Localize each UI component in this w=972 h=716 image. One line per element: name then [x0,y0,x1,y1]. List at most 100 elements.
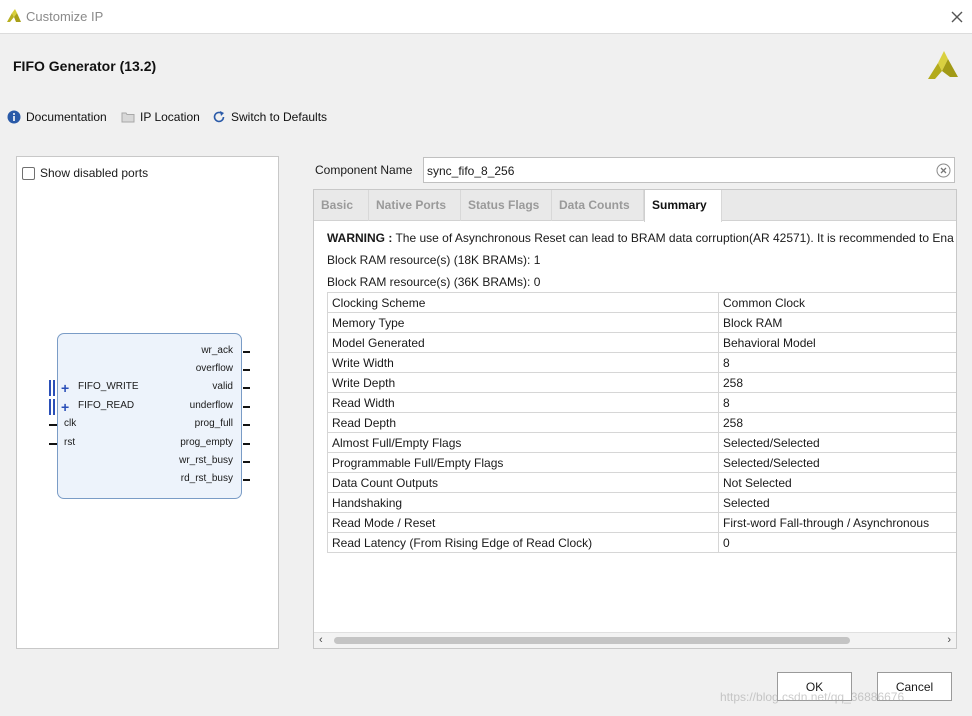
refresh-icon [212,110,226,124]
row-key: Write Width [327,352,719,373]
row-value: Common Clock [718,292,956,313]
port-pin [49,443,57,445]
port-pin [243,424,250,426]
warning-message: WARNING : The use of Asynchronous Reset … [327,231,954,245]
table-row: Write Width 8 [327,352,956,373]
port-pin [243,351,250,353]
clear-icon[interactable] [936,163,951,181]
expand-fifo-write-icon[interactable]: + [61,381,69,395]
row-value: First-word Fall-through / Asynchronous [718,512,956,533]
row-key: Read Width [327,392,719,413]
port-overflow: overflow [195,363,233,374]
row-value: 0 [718,532,956,553]
tab-data-counts[interactable]: Data Counts [552,190,644,221]
close-icon[interactable] [948,8,966,26]
show-disabled-ports-checkbox[interactable]: Show disabled ports [22,166,148,180]
component-name-label: Component Name [315,163,413,177]
table-row: Memory Type Block RAM [327,312,956,333]
warning-text: The use of Asynchronous Reset can lead t… [395,231,954,245]
documentation-menu[interactable]: Documentation [7,110,107,124]
row-value: 258 [718,372,956,393]
port-prog-full: prog_full [194,418,233,429]
bus-pin [49,380,55,396]
folder-icon [121,111,135,123]
scroll-right-icon[interactable]: › [947,634,951,646]
row-key: Programmable Full/Empty Flags [327,452,719,473]
warning-label: WARNING : [327,231,393,245]
table-row: Read Mode / Reset First-word Fall-through… [327,512,956,533]
table-row: Model Generated Behavioral Model [327,332,956,353]
row-key: Almost Full/Empty Flags [327,432,719,453]
table-row: Clocking Scheme Common Clock [327,292,956,313]
xilinx-logo-icon [926,49,960,84]
row-key: Model Generated [327,332,719,353]
xilinx-small-logo-icon [5,9,21,26]
row-key: Read Mode / Reset [327,512,719,533]
row-value: 8 [718,392,956,413]
tab-native-ports[interactable]: Native Ports [369,190,461,221]
row-value: Not Selected [718,472,956,493]
row-value: Selected/Selected [718,432,956,453]
info-icon [7,110,21,124]
summary-table: Clocking Scheme Common Clock Memory Type B… [327,292,956,553]
tab-basic[interactable]: Basic [314,190,369,221]
port-rst: rst [64,437,76,448]
port-fifo-read: FIFO_READ [78,400,135,411]
port-pin [243,479,250,481]
port-fifo-write: FIFO_WRITE [78,381,139,392]
tab-summary[interactable]: Summary [644,190,722,222]
row-value: Block RAM [718,312,956,333]
row-key: Memory Type [327,312,719,333]
port-pin [243,406,250,408]
scroll-left-icon[interactable]: ‹ [319,634,323,646]
port-pin [243,369,250,371]
expand-fifo-read-icon[interactable]: + [61,400,69,414]
bram36-resources: Block RAM resource(s) (36K BRAMs): 0 [327,275,541,289]
ip-symbol-panel: Show disabled ports wr_ack overflow vali… [16,156,279,649]
documentation-label: Documentation [26,110,107,124]
table-row: Read Depth 258 [327,412,956,433]
toolbar: Documentation IP Location Switch to Defa… [0,104,972,130]
page-title: FIFO Generator (13.2) [13,58,157,74]
component-name-value: sync_fifo_8_256 [427,164,515,178]
horizontal-scrollbar[interactable]: ‹ › [314,632,956,648]
scrollbar-thumb[interactable] [334,637,850,644]
row-key: Data Count Outputs [327,472,719,493]
port-pin [49,424,57,426]
table-row: Data Count Outputs Not Selected [327,472,956,493]
summary-content: WARNING : The use of Asynchronous Reset … [314,222,956,632]
row-key: Write Depth [327,372,719,393]
table-row: Almost Full/Empty Flags Selected/Selected [327,432,956,453]
table-row: Programmable Full/Empty Flags Selected/Se… [327,452,956,473]
tab-status-flags[interactable]: Status Flags [461,190,552,221]
row-key: Handshaking [327,492,719,513]
watermark: https://blog.csdn.net/qq_36886676 [720,690,905,704]
row-value: Selected [718,492,956,513]
row-value: Selected/Selected [718,452,956,473]
row-key: Clocking Scheme [327,292,719,313]
table-row: Read Latency (From Rising Edge of Read C… [327,532,956,553]
tabs-frame: Basic Native Ports Status Flags Data Cou… [313,189,957,649]
table-row: Handshaking Selected [327,492,956,513]
port-underflow: underflow [189,400,233,411]
ip-location-button[interactable]: IP Location [121,110,200,124]
table-row: Read Width 8 [327,392,956,413]
port-valid: valid [212,381,233,392]
port-prog-empty: prog_empty [180,437,233,448]
title-bar: Customize IP [0,0,972,34]
row-value: Behavioral Model [718,332,956,353]
checkbox-box[interactable] [22,166,35,180]
show-disabled-ports-label: Show disabled ports [40,166,149,180]
ip-symbol-block: wr_ack overflow valid underflow prog_ful… [49,333,250,499]
component-name-input[interactable]: sync_fifo_8_256 [423,157,955,183]
table-row: Write Depth 258 [327,372,956,393]
row-key: Read Latency (From Rising Edge of Read C… [327,532,719,553]
switch-to-defaults-button[interactable]: Switch to Defaults [212,110,327,124]
row-value: 8 [718,352,956,373]
window-title: Customize IP [26,9,104,24]
port-rd-rst-busy: rd_rst_busy [180,473,233,484]
port-clk: clk [64,418,77,429]
port-wr-ack: wr_ack [201,345,233,356]
bram18-resources: Block RAM resource(s) (18K BRAMs): 1 [327,253,541,267]
dialog-header: FIFO Generator (13.2) [0,35,972,97]
